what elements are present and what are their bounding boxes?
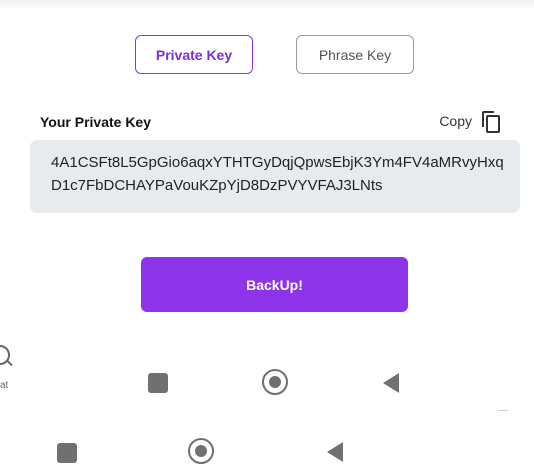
home-circle-icon[interactable] xyxy=(262,369,288,395)
home-circle-icon-secondary[interactable] xyxy=(188,438,214,464)
recent-apps-square-icon[interactable] xyxy=(148,373,168,393)
backup-button[interactable]: BackUp! xyxy=(141,257,408,312)
top-shadow xyxy=(0,0,534,10)
private-key-box: 4A1CSFt8L5GpGio6aqxYTHTGyDqjQpwsEbjK3Ym4… xyxy=(30,140,520,213)
divider xyxy=(498,410,508,411)
copy-label: Copy xyxy=(439,113,472,129)
search-icon-handle xyxy=(6,359,13,367)
side-fragment-text: at xyxy=(0,380,9,391)
recent-apps-square-icon-secondary[interactable] xyxy=(57,443,77,463)
back-triangle-icon-secondary[interactable] xyxy=(327,442,343,462)
tab-phrase-key[interactable]: Phrase Key xyxy=(296,35,414,74)
copy-icon-front xyxy=(486,115,500,133)
private-key-title: Your Private Key xyxy=(40,114,152,130)
back-triangle-icon[interactable] xyxy=(383,373,399,393)
tab-private-key[interactable]: Private Key xyxy=(135,35,253,74)
copy-icon[interactable] xyxy=(482,111,500,133)
copy-button[interactable]: Copy xyxy=(439,111,500,133)
